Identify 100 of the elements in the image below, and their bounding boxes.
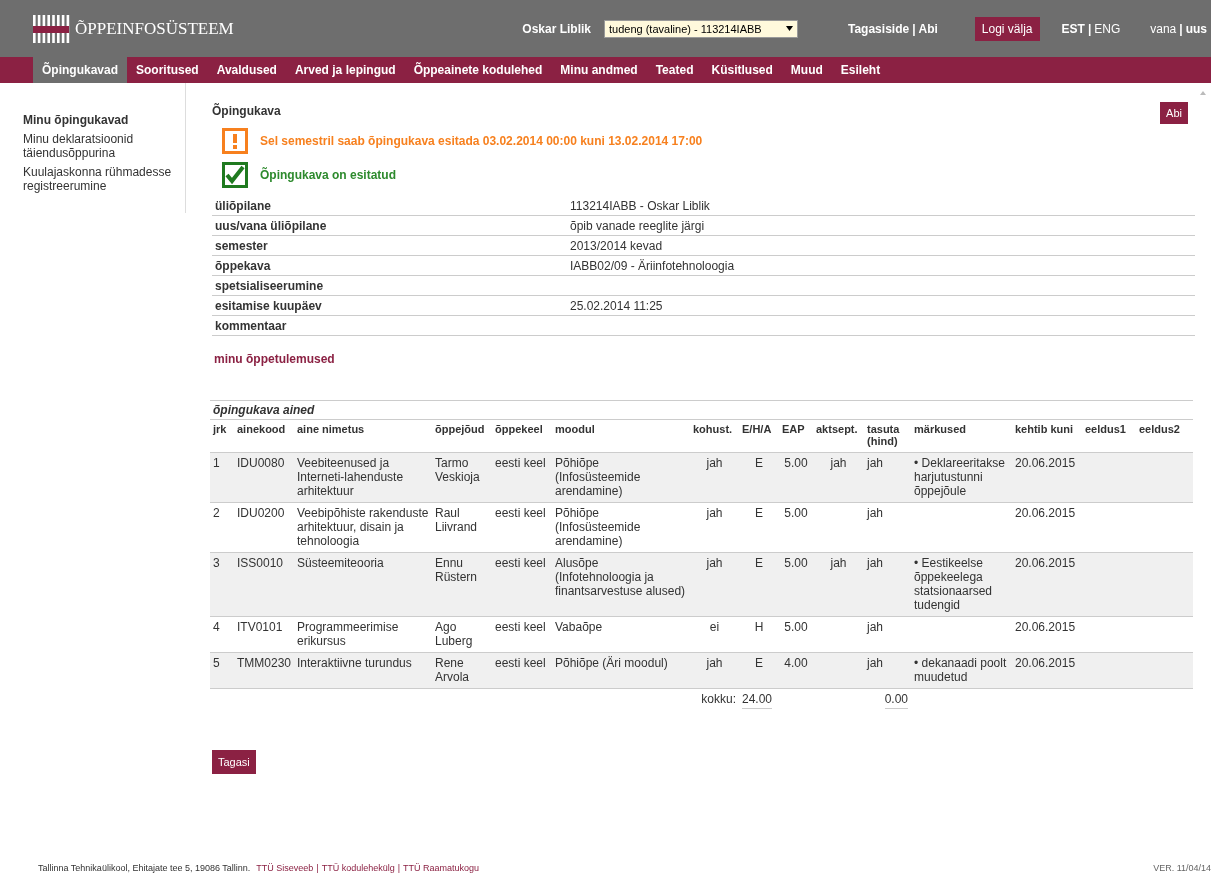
column-header: EAP <box>779 419 813 453</box>
table-cell: Tarmo Veskioja <box>435 456 480 484</box>
separator: | <box>1087 21 1092 36</box>
nav-tab[interactable]: Muud <box>781 57 832 83</box>
language-link[interactable]: EST <box>1061 21 1085 36</box>
table-cell: ISS0010 <box>237 556 284 570</box>
table-cell: jah <box>706 506 723 520</box>
table-cell: jah <box>706 456 723 470</box>
back-button[interactable]: Tagasi <box>212 750 256 774</box>
table-cell: Raul Liivrand <box>435 506 478 534</box>
table-cell: Süsteemiteooria <box>297 556 384 570</box>
column-header: moodul <box>552 419 690 453</box>
table-cell: 5 <box>213 656 220 670</box>
column-header: märkused <box>911 419 1012 453</box>
total-value: 0.00 <box>884 692 908 709</box>
column-header: aine nimetus <box>294 419 432 453</box>
language-link[interactable]: ENG <box>1094 21 1121 36</box>
nav-tab[interactable]: Arved ja lepingud <box>285 57 405 83</box>
sidebar-item[interactable]: Minu deklaratsioonid täiendusõppurina <box>23 132 185 160</box>
table-cell: ITV0101 <box>237 620 283 634</box>
table-cell: Programmeerimise erikursus <box>297 620 399 648</box>
logo-text: ÕPPEINFOSÜSTEEM <box>75 18 234 39</box>
table-cell: Interaktiivne turundus <box>297 656 412 670</box>
caret-icon <box>786 26 793 31</box>
table-cell: jah <box>867 620 883 634</box>
role-select[interactable]: tudeng (tavaline) - 113214IABB <box>604 19 798 38</box>
table-cell: jah <box>867 506 883 520</box>
column-header: eeldus2 <box>1136 419 1193 453</box>
header-link[interactable]: Tagasiside <box>848 21 910 36</box>
sidebar-item[interactable]: Kuulajaskonna rühmadesse registreerumine <box>23 165 185 193</box>
info-label: kommentaar <box>215 319 288 333</box>
separator: | <box>316 863 319 873</box>
table-cell: • dekanaadi poolt muudetud <box>914 656 1007 684</box>
separator: | <box>397 863 401 873</box>
info-label: üliõpilane <box>215 199 272 213</box>
nav-tab[interactable]: Õppeainete kodulehed <box>404 57 552 83</box>
info-value: 25.02.2014 11:25 <box>570 299 664 313</box>
results-link[interactable]: minu õppetulemused <box>214 352 335 366</box>
column-header: tasuta (hind) <box>864 419 911 453</box>
table-cell: TMM0230 <box>237 656 292 670</box>
page-title: Õpingukava <box>212 104 281 118</box>
table-cell: jah <box>867 456 883 470</box>
table-cell: jah <box>830 556 847 570</box>
table-cell: Vabaõpe <box>555 620 603 634</box>
table-cell: eesti keel <box>495 556 546 570</box>
table-cell: jah <box>706 556 723 570</box>
total-label: kokku: <box>701 692 736 706</box>
sidebar-item[interactable]: Minu õpingukavad <box>23 113 185 127</box>
table-cell: 20.06.2015 <box>1015 656 1076 670</box>
table-cell: Põhiõpe (Äri moodul) <box>555 656 668 670</box>
logout-button[interactable]: Logi välja <box>974 16 1040 41</box>
table-cell: eesti keel <box>495 656 546 670</box>
user-name: Oskar Liblik <box>522 21 591 36</box>
table-cell: H <box>754 620 764 634</box>
table-cell: 20.06.2015 <box>1015 620 1076 634</box>
footer-link[interactable]: TTÜ Siseveeb <box>256 863 314 873</box>
table-cell: 5.00 <box>784 456 808 470</box>
table-cell: E <box>755 456 763 470</box>
table-cell: Veebiteenused ja Interneti-lahenduste arhitektuur <box>297 456 404 498</box>
notice-text: Sel semestril saab õpingukava esitada 03.02.2014 00:00 kuni 13.02.2014 17:00 <box>260 134 703 148</box>
column-header: aktsept. <box>813 419 864 453</box>
total-value: 24.00 <box>742 692 773 709</box>
nav-tab[interactable]: Küsitlused <box>702 57 782 83</box>
info-value: õpib vanade reeglite järgi <box>570 219 706 233</box>
table-cell: E <box>755 506 763 520</box>
separator: | <box>1179 21 1183 36</box>
table-cell: eesti keel <box>495 506 546 520</box>
table-cell: eesti keel <box>495 620 546 634</box>
table-cell: jah <box>867 556 883 570</box>
nav-tab[interactable]: Teated <box>646 57 703 83</box>
table-cell: 3 <box>213 556 220 570</box>
column-header: õppekeel <box>492 419 552 453</box>
nav-tab[interactable]: Sooritused <box>127 57 208 83</box>
table-cell: 2 <box>213 506 220 520</box>
table-cell: jah <box>706 656 723 670</box>
table-cell: jah <box>830 456 847 470</box>
table-cell: Veebipõhiste rakenduste arhitektuur, disain ja tehnoloogia <box>297 506 429 548</box>
table-cell: ei <box>709 620 720 634</box>
version-link[interactable]: vana <box>1150 21 1177 36</box>
footer-link[interactable]: TTÜ kodulehekülg <box>321 863 395 873</box>
version-link[interactable]: uus <box>1185 21 1207 36</box>
help-button[interactable]: Abi <box>1160 102 1188 124</box>
nav-tab[interactable]: Minu andmed <box>551 57 647 83</box>
table-cell: 20.06.2015 <box>1015 456 1076 470</box>
nav-tab[interactable]: Esileht <box>831 57 890 83</box>
header-link[interactable]: Abi <box>918 21 938 36</box>
table-cell: 5.00 <box>784 556 808 570</box>
checkbox-icon <box>222 162 248 188</box>
table-cell: Alusõpe (Infotehnoloogia ja finantsarvestuse alused) <box>555 556 686 598</box>
info-value: 2013/2014 kevad <box>570 239 664 253</box>
warning-icon <box>222 128 248 154</box>
table-cell: • Eestikeelse õppekeelega statsionaarsed tudengid <box>914 556 993 612</box>
nav-tab[interactable]: Õpingukavad <box>33 57 127 83</box>
table-cell: Põhiõpe (Infosüsteemide arendamine) <box>555 506 641 548</box>
nav-tab[interactable]: Avaldused <box>207 57 286 83</box>
column-header: kohust. <box>690 419 739 453</box>
info-label: spetsialiseerumine <box>215 279 325 293</box>
footer-link[interactable]: TTÜ Raamatukogu <box>403 863 480 873</box>
separator: | <box>912 21 916 36</box>
column-header: ainekood <box>234 419 294 453</box>
